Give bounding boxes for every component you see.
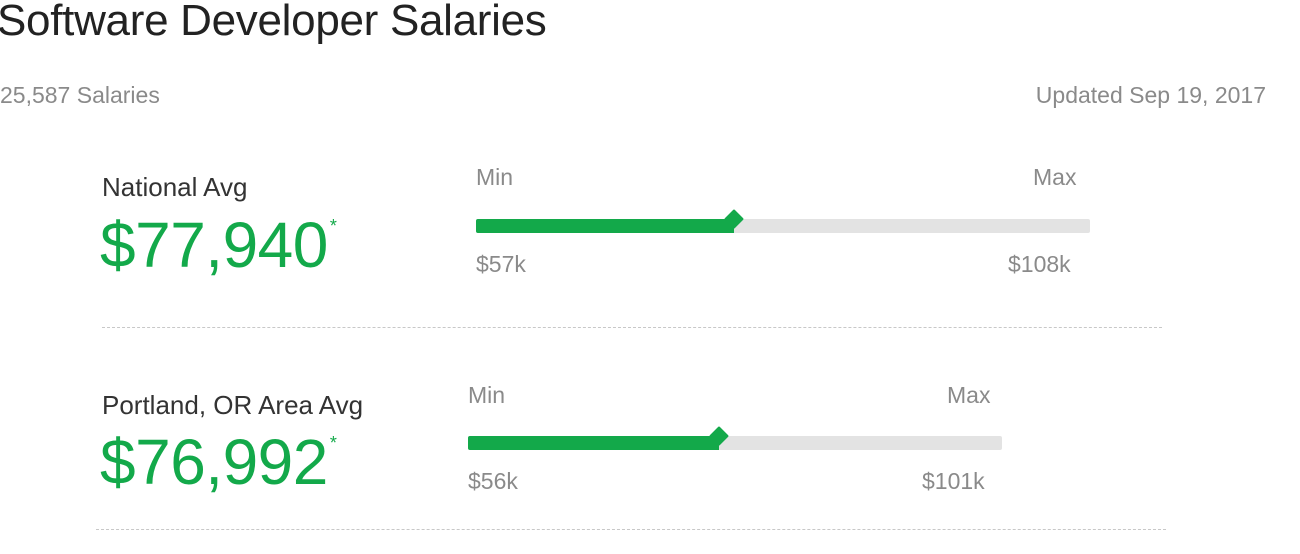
national-range-fill [476,219,734,233]
national-max-value: $108k [1008,251,1071,277]
salary-page: Software Developer Salaries 25,587 Salar… [0,0,1300,554]
portland-range-bar [468,426,1002,450]
portland-avg-label: Portland, OR Area Avg [102,390,364,420]
national-min-label: Min [476,164,514,190]
salary-count: 25,587 Salaries [0,82,160,108]
national-min-value: $57k [476,251,526,277]
national-max-label: Max [1033,164,1077,190]
page-title: Software Developer Salaries [0,0,547,45]
portland-max-value: $101k [922,468,985,494]
portland-avg-value: $76,992 * [100,426,337,498]
asterisk: * [329,216,337,236]
portland-min-label: Min [468,382,506,408]
national-avg-label: National Avg [102,172,248,202]
portland-max-label: Max [947,382,991,408]
row-divider [102,327,1162,328]
portland-range-fill [468,436,719,450]
asterisk: * [329,433,337,453]
national-avg-value: $77,940 * [100,209,337,281]
row-divider [96,529,1166,530]
national-range-bar [476,209,1090,233]
updated-date: Updated Sep 19, 2017 [1035,82,1266,108]
portland-min-value: $56k [468,468,518,494]
